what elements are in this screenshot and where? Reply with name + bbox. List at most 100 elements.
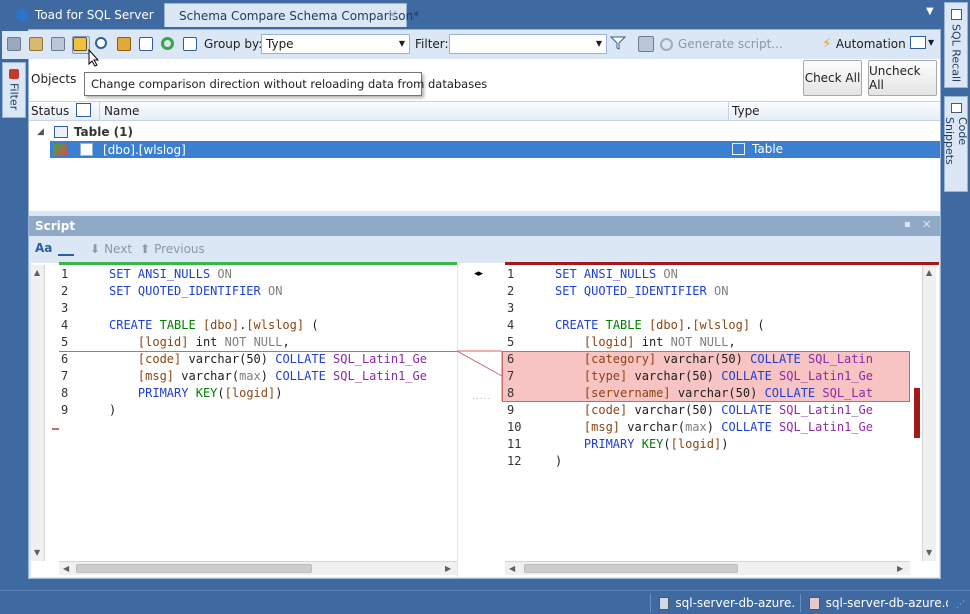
code-line[interactable]: [msg] varchar(max) COLLATE SQL_Latin1_Ge [109, 368, 427, 385]
toolbar-btn-7[interactable] [138, 36, 156, 54]
generate-script-button[interactable]: Generate script... [660, 37, 783, 51]
column-type[interactable]: Type [732, 104, 760, 118]
layout-menu-button[interactable]: ▼ [910, 36, 934, 49]
line-number: 7 [507, 369, 515, 383]
group-label: Table (1) [73, 124, 133, 139]
previous-label: Previous [154, 242, 205, 256]
resize-grip-icon[interactable]: ⋰ [956, 600, 965, 610]
left-hscroll[interactable]: ◀ ▶ [59, 561, 457, 575]
check-all-button[interactable]: Check All [803, 60, 862, 96]
close-icon[interactable]: ✕ [922, 218, 931, 231]
code-line[interactable]: ) [109, 402, 116, 419]
code-line[interactable]: CREATE TABLE [dbo].[wlslog] ( [109, 317, 319, 334]
scroll-down-icon[interactable]: ▼ [34, 548, 40, 557]
scroll-left-icon[interactable]: ◀ [509, 564, 515, 573]
code-line[interactable]: PRIMARY KEY([logid]) [555, 436, 729, 453]
status-connection-1[interactable]: sql-server-db-azure.d [650, 594, 794, 612]
uncheck-all-button[interactable]: Uncheck All [868, 60, 937, 96]
dropdown-arrow-icon: ▼ [595, 39, 602, 48]
toolbar-btn-6[interactable] [116, 36, 134, 54]
code-line[interactable]: CREATE TABLE [dbo].[wlslog] ( [555, 317, 765, 334]
code-line[interactable]: [logid] int NOT NULL, [555, 334, 736, 351]
gutter-dots: ..... [472, 392, 492, 402]
group-icon [183, 37, 197, 51]
pin-icon[interactable]: ▪ [904, 219, 911, 230]
code-line[interactable]: SET ANSI_NULLS ON [109, 266, 232, 283]
toolbar-btn-8[interactable] [160, 36, 178, 54]
line-number: 12 [507, 454, 522, 468]
code-line[interactable]: SET QUOTED_IDENTIFIER ON [109, 283, 282, 300]
scroll-left-icon[interactable]: ◀ [63, 564, 69, 573]
database-icon [659, 596, 670, 610]
sync-icon[interactable] [638, 36, 654, 52]
scroll-up-icon[interactable]: ▲ [926, 268, 932, 277]
code-line[interactable]: [code] varchar(50) COLLATE SQL_Latin1_Ge [109, 351, 427, 368]
code-line[interactable]: [type] varchar(50) COLLATE SQL_Latin1_Ge [555, 368, 873, 385]
filter-icon [9, 69, 19, 79]
table-row[interactable]: [dbo].[wlslog] Table [50, 141, 940, 158]
code-line[interactable]: [code] varchar(50) COLLATE SQL_Latin1_Ge [555, 402, 873, 419]
row-checkbox[interactable] [80, 143, 93, 156]
line-number: 5 [507, 335, 515, 349]
tab-schema-compare[interactable]: Schema Compare Schema Comparison* ✕ [164, 3, 419, 27]
sql-recall-panel[interactable]: SQL Recall [944, 2, 968, 88]
edit-icon [29, 37, 43, 51]
column-status[interactable]: Status [31, 104, 69, 118]
sql-recall-icon [950, 9, 962, 20]
line-number: 6 [507, 352, 515, 366]
code-snippets-panel[interactable]: Code Snippets [943, 96, 969, 192]
layout-icon [910, 36, 926, 49]
right-vscroll[interactable]: ▲ ▼ [922, 265, 936, 561]
compare-icon [7, 37, 21, 51]
previous-button[interactable]: ⬆ Previous [140, 242, 205, 256]
column-check-icon[interactable] [76, 103, 91, 117]
toolbar-btn-1[interactable] [6, 36, 24, 54]
left-hscroll-thumb[interactable] [76, 564, 312, 573]
scroll-up-icon[interactable]: ▲ [34, 268, 40, 277]
code-line[interactable]: ) [555, 453, 562, 470]
code-line[interactable]: SET ANSI_NULLS ON [555, 266, 678, 283]
right-hscroll-thumb[interactable] [524, 564, 738, 573]
close-icon[interactable]: ✕ [387, 8, 398, 23]
automation-button[interactable]: ⚡ Automation [822, 36, 906, 52]
line-number: 7 [61, 369, 69, 383]
chevron-down-icon[interactable]: ▼ [926, 6, 934, 17]
grid-icon [139, 37, 153, 51]
group-by-label: Group by: [204, 37, 263, 51]
tab-toad[interactable]: Toad for SQL Server [8, 3, 162, 27]
code-line[interactable]: [msg] varchar(max) COLLATE SQL_Latin1_Ge [555, 419, 873, 436]
group-by-select[interactable]: Type ▼ [261, 34, 410, 54]
toolbar-btn-9[interactable] [182, 36, 200, 54]
line-number: 4 [61, 318, 69, 332]
left-code-lines: 1 SET ANSI_NULLS ON 2 SET QUOTED_IDENTIFIER… [59, 266, 457, 546]
ignore-whitespace-icon[interactable] [58, 242, 74, 256]
font-size-icon[interactable]: Aa [35, 241, 52, 255]
code-line[interactable]: [servername] varchar(50) COLLATE SQL_Lat [555, 385, 873, 402]
next-button[interactable]: ⬇ Next [90, 242, 132, 256]
scroll-right-icon[interactable]: ▶ [445, 564, 451, 573]
column-name[interactable]: Name [104, 104, 139, 118]
filter-input[interactable]: ▼ [449, 34, 607, 54]
left-vscroll[interactable]: ▲ ▼ [31, 265, 45, 561]
search-icon [95, 37, 107, 49]
right-hscroll[interactable]: ◀ ▶ [505, 561, 910, 575]
scroll-down-icon[interactable]: ▼ [926, 548, 932, 557]
collapse-icon[interactable]: ◢ [37, 127, 44, 137]
code-line[interactable]: [logid] int NOT NULL, [109, 334, 290, 351]
sync-arrows-icon[interactable]: ◂▸ [474, 269, 483, 279]
code-line[interactable]: PRIMARY KEY([logid]) [109, 385, 283, 402]
grid-header [29, 101, 940, 121]
code-line[interactable]: SET QUOTED_IDENTIFIER ON [555, 283, 728, 300]
mouse-cursor-icon [88, 48, 100, 67]
filter-panel-toggle[interactable]: Filter [2, 62, 26, 118]
refresh-icon [161, 37, 174, 50]
toolbar-btn-2[interactable] [28, 36, 46, 54]
status-connection-2[interactable]: sql-server-db-azure.d [800, 594, 948, 612]
toolbar-btn-3[interactable] [50, 36, 68, 54]
funnel-icon[interactable] [609, 36, 627, 50]
code-line[interactable]: [category] varchar(50) COLLATE SQL_Latin [555, 351, 873, 368]
arrow-up-icon: ⬆ [140, 242, 151, 256]
scroll-right-icon[interactable]: ▶ [897, 564, 903, 573]
group-row[interactable]: ◢ Table (1) [29, 122, 940, 141]
line-number: 11 [507, 437, 522, 451]
